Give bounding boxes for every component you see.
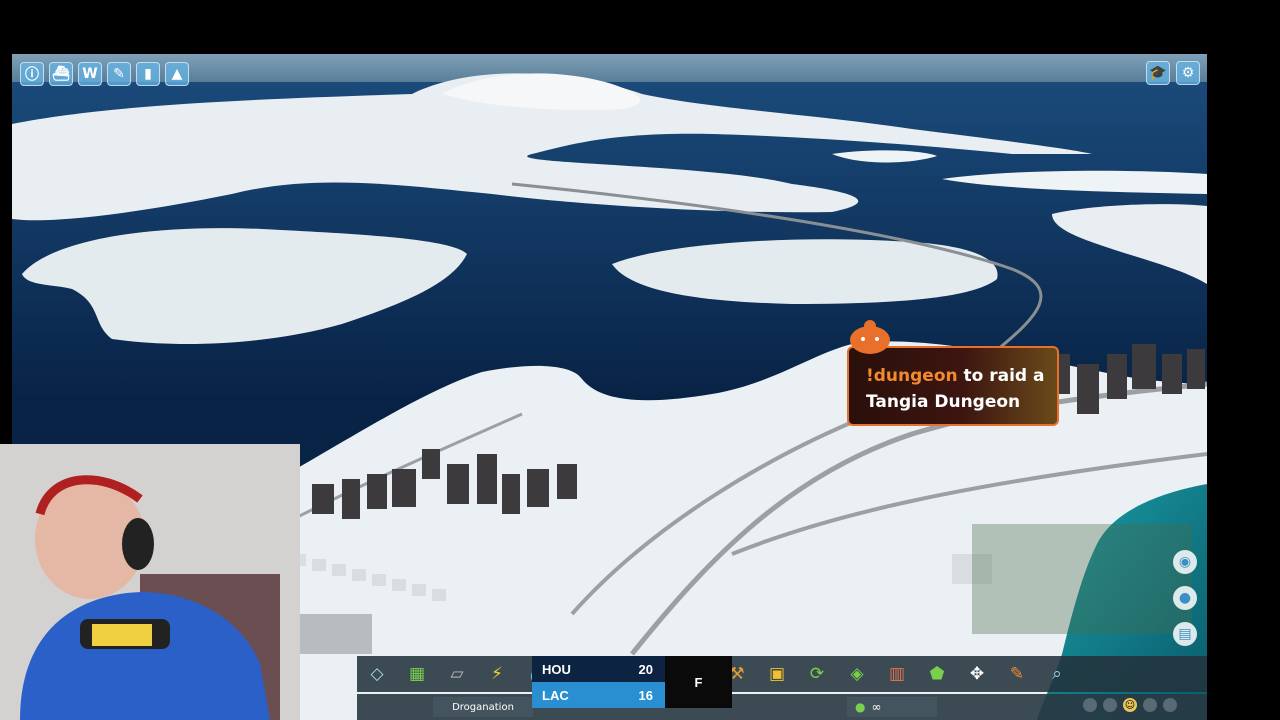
electricity-icon[interactable]: ⚡ bbox=[477, 656, 517, 692]
game-period: F bbox=[665, 656, 732, 708]
traffic-light-icon[interactable]: ▮ bbox=[136, 62, 160, 86]
bulldozer-icon[interactable]: ⌕ bbox=[1037, 656, 1077, 692]
notes-icon[interactable]: ▤ bbox=[1173, 622, 1197, 646]
transit-icon[interactable]: ▣ bbox=[757, 656, 797, 692]
team1-name: HOU bbox=[542, 661, 571, 677]
dungeon-line-1: !dungeon to raid a bbox=[866, 366, 1045, 386]
money-display: ● ∞ bbox=[847, 697, 937, 717]
areas-icon[interactable]: ▱ bbox=[437, 656, 477, 692]
bottom-toolbar: ◇ ▦ ▱ ⚡ 💧 ✚ ♣ ◆ ▲ ⚒ ▣ ⟳ ◈ ▥ ⬟ ✥ ✎ ⌕ Drog… bbox=[357, 656, 1207, 720]
info-icon[interactable]: ⓘ bbox=[20, 62, 44, 86]
transport-icon[interactable]: ⛴ bbox=[49, 62, 73, 86]
money-value: ∞ bbox=[871, 700, 882, 714]
cone-icon[interactable]: ▲ bbox=[165, 62, 189, 86]
info-view-icon[interactable]: ✎ bbox=[997, 656, 1037, 692]
info-pin-icon[interactable]: ◉ bbox=[1173, 550, 1197, 574]
top-left-toolbar: ⓘ ⛴ W ✎ ▮ ▲ bbox=[20, 62, 189, 86]
happiness-row: ☺ bbox=[1083, 698, 1177, 712]
dungeon-command: !dungeon bbox=[866, 366, 958, 386]
team2-score: 16 bbox=[638, 687, 653, 703]
city-name[interactable]: Droganation bbox=[433, 697, 533, 717]
score-bug: HOU 20 LAC 16 F bbox=[532, 656, 732, 708]
dungeon-text-1: to raid a bbox=[957, 366, 1045, 386]
citizen-icon[interactable]: ● bbox=[1173, 586, 1197, 610]
paint-icon[interactable]: ✥ bbox=[957, 656, 997, 692]
zoning-icon[interactable]: ▦ bbox=[397, 656, 437, 692]
happiness-dot-icon bbox=[1163, 698, 1177, 712]
score-row-team2: LAC 16 bbox=[532, 682, 665, 708]
money-icon: ● bbox=[855, 700, 866, 714]
score-row-team1: HOU 20 bbox=[532, 656, 665, 682]
webcam-overlay bbox=[0, 444, 300, 720]
status-row: Droganation ● ∞ ☺ bbox=[357, 694, 1207, 720]
move-icon[interactable]: ⬟ bbox=[917, 656, 957, 692]
mail-icon[interactable]: ▥ bbox=[877, 656, 917, 692]
happiness-face-icon[interactable]: ☺ bbox=[1123, 698, 1137, 712]
team2-name: LAC bbox=[542, 687, 569, 703]
wiki-icon[interactable]: W bbox=[78, 62, 102, 86]
roads-icon[interactable]: ◇ bbox=[357, 656, 397, 692]
dungeon-line-2: Tangia Dungeon bbox=[866, 392, 1021, 412]
happiness-dot-icon bbox=[1103, 698, 1117, 712]
settings-icon[interactable]: ⚙ bbox=[1176, 61, 1200, 85]
right-tools: ◉ ● ▤ bbox=[1173, 550, 1197, 646]
dungeon-alert: !dungeon to raid a Tangia Dungeon bbox=[847, 320, 1059, 426]
tutorial-icon[interactable]: 🎓 bbox=[1146, 61, 1170, 85]
happiness-dot-icon bbox=[1083, 698, 1097, 712]
mascot-icon bbox=[850, 320, 890, 354]
districts-icon[interactable]: ◈ bbox=[837, 656, 877, 692]
happiness-dot-icon bbox=[1143, 698, 1157, 712]
top-right-toolbar: 🎓 ⚙ bbox=[1146, 61, 1200, 85]
terrain-icon[interactable]: ⟳ bbox=[797, 656, 837, 692]
tools-row: ◇ ▦ ▱ ⚡ 💧 ✚ ♣ ◆ ▲ ⚒ ▣ ⟳ ◈ ▥ ⬟ ✥ ✎ ⌕ bbox=[357, 656, 1207, 692]
bulldoze-icon[interactable]: ✎ bbox=[107, 62, 131, 86]
team1-score: 20 bbox=[638, 661, 653, 677]
